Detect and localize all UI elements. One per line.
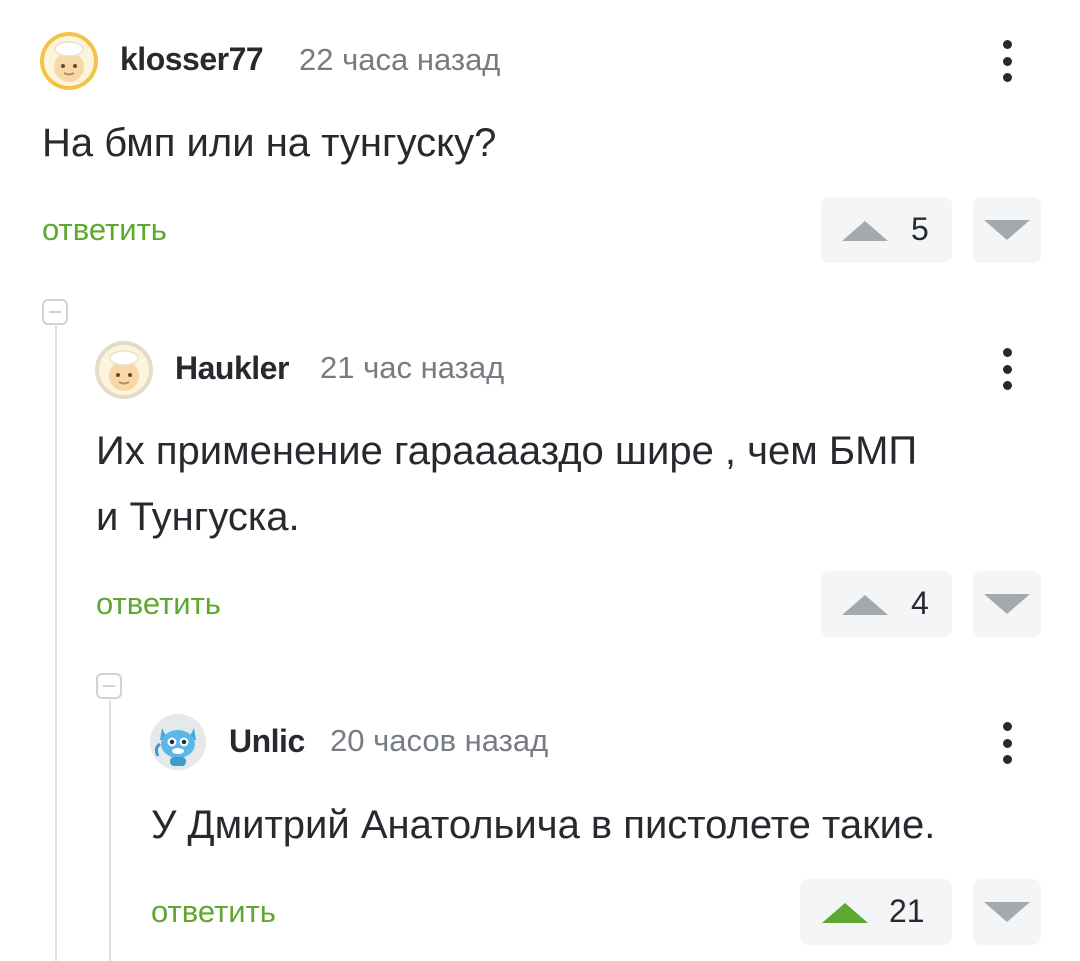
collapse-minus-icon[interactable] (96, 673, 122, 699)
downvote-button[interactable] (973, 571, 1041, 637)
blue-cat-icon (150, 714, 206, 770)
triangle-down-icon (984, 902, 1030, 922)
comment-author[interactable]: Unlic (229, 723, 305, 760)
comment-text: Их применение гарааааздо шире , чем БМП … (96, 429, 918, 539)
triangle-up-icon (842, 221, 888, 241)
thread-line-level-1 (55, 326, 57, 961)
comment-time: 20 часов назад (330, 723, 549, 758)
triangle-up-icon (842, 595, 888, 615)
comment-text: На бмп или на тунгуску? (42, 121, 497, 165)
comment-author[interactable]: klosser77 (120, 41, 264, 78)
vote-count: 21 (889, 893, 925, 929)
downvote-button[interactable] (973, 197, 1041, 263)
cook-face-icon (44, 36, 94, 86)
triangle-up-icon (822, 903, 868, 923)
vote-count: 5 (911, 211, 929, 247)
thread-line-level-2 (109, 700, 111, 961)
reply-button[interactable]: ответить (151, 894, 276, 930)
avatar[interactable] (40, 32, 98, 90)
avatar[interactable] (95, 341, 153, 399)
more-vertical-icon[interactable] (987, 718, 1027, 768)
collapse-minus-icon[interactable] (42, 299, 68, 325)
triangle-down-icon (984, 594, 1030, 614)
avatar[interactable] (150, 714, 206, 770)
comment-author[interactable]: Haukler (175, 350, 289, 387)
more-vertical-icon[interactable] (987, 344, 1027, 394)
more-vertical-icon[interactable] (987, 36, 1027, 86)
comment-text: У Дмитрий Анатольича в пистолете такие. (151, 803, 936, 847)
reply-button[interactable]: ответить (96, 586, 221, 622)
cook-face-icon (99, 345, 149, 395)
comment-time: 21 час назад (320, 350, 505, 385)
triangle-down-icon (984, 220, 1030, 240)
upvote-button[interactable]: 21 (800, 879, 952, 945)
comment-time: 22 часа назад (299, 42, 501, 77)
downvote-button[interactable] (973, 879, 1041, 945)
vote-count: 4 (911, 585, 929, 621)
upvote-button[interactable]: 4 (821, 571, 952, 637)
reply-button[interactable]: ответить (42, 212, 167, 248)
upvote-button[interactable]: 5 (821, 197, 952, 263)
